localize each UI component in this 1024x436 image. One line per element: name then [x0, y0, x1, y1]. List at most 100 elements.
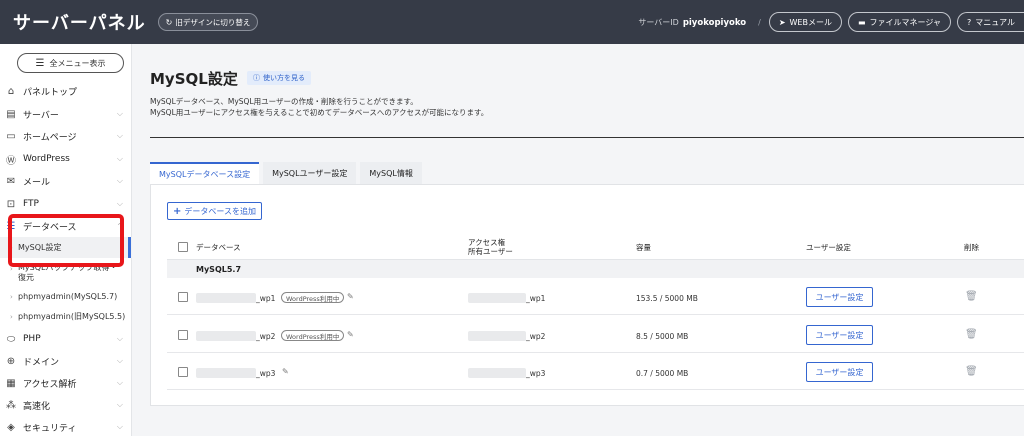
manual-label: マニュアル: [975, 17, 1015, 27]
sidebar-item-label: ホームページ: [23, 132, 77, 143]
webmail-link[interactable]: ➤ WEBメール: [768, 12, 842, 32]
sidebar-item-label: PHP: [23, 334, 41, 344]
chevron-down-icon: ⌵: [116, 400, 123, 409]
chevron-right-icon: ›: [10, 313, 13, 321]
main-content: MySQL設定 ⓘ 使い方を見る MySQLデータベース、MySQL用ユーザーの作…: [133, 44, 1024, 436]
tab-mysql-info[interactable]: MySQL情報: [360, 162, 422, 184]
pencil-icon[interactable]: ✎: [347, 330, 354, 339]
sidebar-item-label: FTP: [23, 199, 39, 209]
plus-icon: +: [173, 205, 182, 217]
db-size: 0.7 / 5000 MB: [636, 369, 689, 378]
masked-user-name: [468, 293, 526, 303]
chevron-down-icon: ⌵: [116, 378, 123, 387]
sidebar-item-ftp[interactable]: ⊡ FTP ⌵: [0, 193, 132, 215]
col-header-delete: 削除: [964, 243, 979, 252]
webmail-label: WEBメール: [789, 17, 832, 27]
sidebar-subitem-label: phpmyadmin(旧MySQL5.5): [18, 312, 126, 321]
sidebar-subitem-phpmyadmin-57[interactable]: › phpmyadmin(MySQL5.7): [0, 290, 132, 304]
mail-icon: ✉: [6, 175, 16, 187]
trash-icon[interactable]: 🗑: [965, 291, 978, 302]
chevron-down-icon: ⌵: [116, 199, 123, 208]
file-manager-link[interactable]: ▬ ファイルマネージャ: [847, 12, 951, 32]
select-all-checkbox[interactable]: [178, 242, 188, 252]
user-settings-button[interactable]: ユーザー設定: [806, 325, 873, 345]
sidebar-item-php[interactable]: ⬭ PHP ⌵: [0, 328, 132, 350]
col-header-access-line2: 所有ユーザー: [468, 247, 513, 256]
old-design-toggle[interactable]: ↻ 旧デザインに切り替え: [157, 13, 259, 31]
col-header-user-settings: ユーザー設定: [806, 243, 851, 252]
table-row: [167, 353, 1024, 390]
description-line-2: MySQL用ユーザーにアクセス権を与えることで初めてデータベースへのアクセスが可…: [150, 108, 489, 117]
db-name-suffix: _wp3: [256, 369, 276, 378]
sidebar-item-label: メール: [23, 177, 51, 188]
analytics-icon: ▦: [6, 377, 16, 389]
sidebar-item-label: 高速化: [23, 401, 51, 412]
sidebar-subitem-label: phpmyadmin(MySQL5.7): [18, 292, 118, 301]
sidebar-item-mail[interactable]: ✉ メール ⌵: [0, 170, 132, 192]
owner-user-suffix: _wp3: [526, 369, 546, 378]
col-header-access: アクセス権 所有ユーザー: [468, 238, 513, 256]
user-settings-button[interactable]: ユーザー設定: [806, 287, 873, 307]
db-name-suffix: _wp1: [256, 294, 276, 303]
refresh-icon: ↻: [165, 17, 173, 27]
all-menu-button[interactable]: ☰ 全メニュー表示: [17, 53, 124, 73]
masked-db-name: [196, 331, 256, 341]
row-checkbox[interactable]: [178, 330, 188, 340]
sidebar-item-wordpress[interactable]: Ⓦ WordPress ⌵: [0, 148, 132, 170]
row-checkbox[interactable]: [178, 292, 188, 302]
sidebar-item-label: サーバー: [23, 110, 59, 121]
sidebar-item-label: セキュリティ: [23, 423, 77, 434]
row-checkbox[interactable]: [178, 367, 188, 377]
masked-user-name: [468, 331, 526, 341]
tab-mysql-database[interactable]: MySQLデータベース設定: [150, 162, 260, 184]
folder-icon: ▬: [857, 17, 866, 27]
db-size: 8.5 / 5000 MB: [636, 332, 689, 341]
wordpress-badge: WordPress利用中: [281, 292, 345, 303]
pencil-icon[interactable]: ✎: [282, 367, 289, 376]
user-settings-button[interactable]: ユーザー設定: [806, 362, 873, 382]
group-label: MySQL5.7: [196, 265, 242, 274]
tab-mysql-user[interactable]: MySQLユーザー設定: [263, 162, 357, 184]
paper-plane-icon: ➤: [778, 17, 786, 27]
sidebar-item-security[interactable]: ◈ セキュリティ ⌵: [0, 416, 132, 436]
sidebar-item-homepage[interactable]: ▭ ホームページ ⌵: [0, 125, 132, 147]
server-id: サーバーID piyokopiyoko: [638, 17, 746, 28]
col-header-size: 容量: [636, 243, 651, 252]
pencil-icon[interactable]: ✎: [347, 292, 354, 301]
description-line-1: MySQLデータベース、MySQL用ユーザーの作成・削除を行うことができます。: [150, 97, 418, 106]
top-bar: サーバーパネル ↻ 旧デザインに切り替え サーバーID piyokopiyoko …: [0, 0, 1024, 44]
sidebar-subitem-phpmyadmin-55[interactable]: › phpmyadmin(旧MySQL5.5): [0, 310, 132, 324]
sidebar-item-domain[interactable]: ⊕ ドメイン ⌵: [0, 350, 132, 372]
chevron-right-icon: ›: [10, 293, 13, 301]
file-manager-label: ファイルマネージャ: [869, 17, 941, 27]
chevron-down-icon: ⌵: [116, 356, 123, 365]
col-header-database: データベース: [196, 243, 241, 252]
sidebar-item-label: パネルトップ: [23, 87, 78, 98]
home-icon: ⌂: [7, 85, 15, 97]
chevron-down-icon: ⌵: [116, 154, 123, 163]
owner-user-suffix: _wp2: [526, 332, 546, 341]
database-panel: + データベースを追加 データベース アクセス権 所有ユーザー 容量 ユーザー設定 …: [150, 184, 1024, 406]
chevron-down-icon: ⌵: [116, 131, 123, 140]
tab-bar: MySQLデータベース設定 MySQLユーザー設定 MySQL情報: [150, 162, 426, 184]
sidebar-item-speed[interactable]: ⁂ 高速化 ⌵: [0, 394, 132, 416]
help-icon: ?: [966, 17, 972, 27]
php-icon: ⬭: [6, 333, 16, 345]
howto-link[interactable]: ⓘ 使い方を見る: [247, 71, 311, 85]
sidebar-item-label: ドメイン: [23, 357, 60, 368]
manual-link[interactable]: ? マニュアル: [956, 12, 1024, 32]
server-id-label: サーバーID: [638, 17, 679, 27]
sidebar-item-panel-top[interactable]: ⌂ パネルトップ: [0, 80, 132, 102]
sidebar-item-server[interactable]: ▤ サーバー ⌵: [0, 103, 132, 125]
sidebar-item-analytics[interactable]: ▦ アクセス解析 ⌵: [0, 372, 132, 394]
trash-icon[interactable]: 🗑: [965, 366, 978, 377]
add-database-button[interactable]: + データベースを追加: [167, 202, 262, 220]
highlight-annotation: [8, 214, 124, 267]
all-menu-label: 全メニュー表示: [49, 58, 106, 68]
chevron-down-icon: ⌵: [116, 334, 123, 343]
trash-icon[interactable]: 🗑: [965, 329, 978, 340]
col-header-access-line1: アクセス権: [468, 238, 506, 247]
db-size: 153.5 / 5000 MB: [636, 294, 698, 303]
monitor-icon: ▭: [6, 130, 16, 142]
sidebar-item-label: アクセス解析: [23, 379, 77, 390]
